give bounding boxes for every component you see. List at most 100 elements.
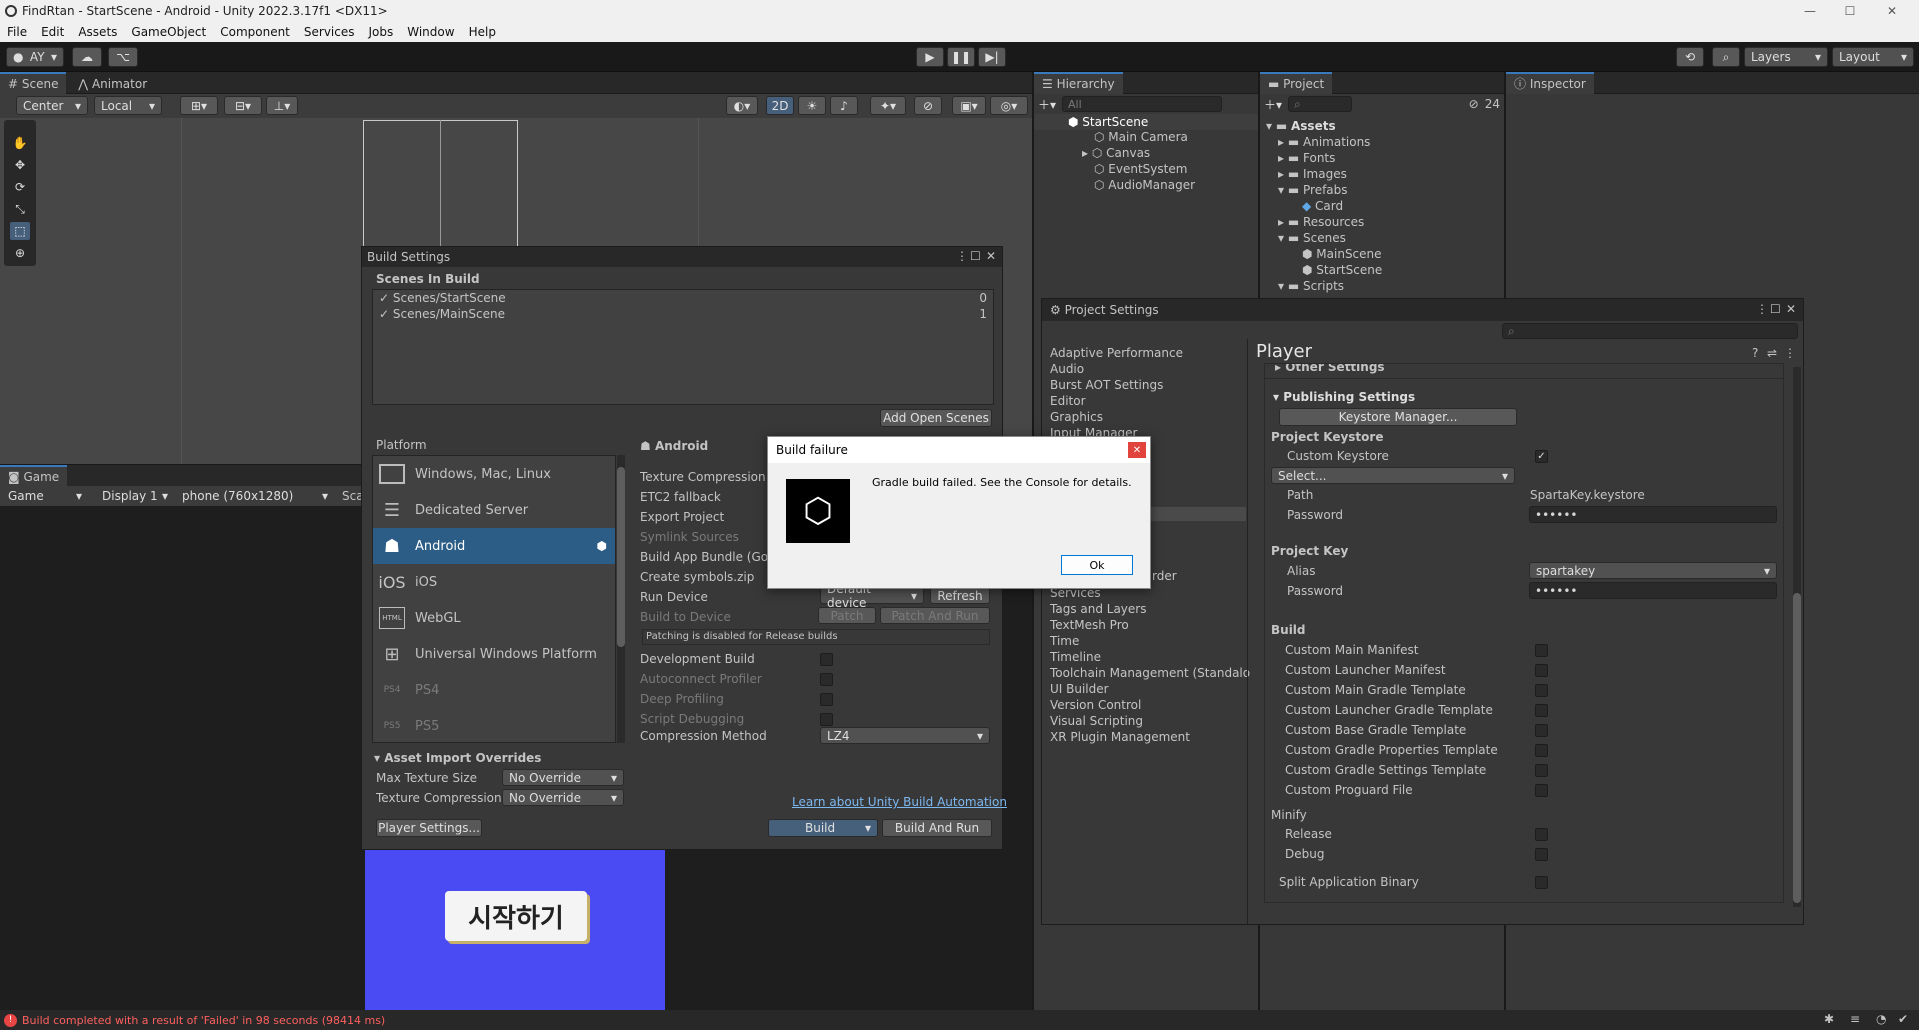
list-item[interactable]: ▸ ▬ Animations bbox=[1260, 134, 1504, 150]
development-build-checkbox[interactable] bbox=[820, 652, 833, 666]
tab-inspector[interactable]: ⓘ Inspector bbox=[1506, 71, 1594, 94]
account-dropdown[interactable]: ● AY ▾ bbox=[6, 47, 64, 67]
more-icon[interactable]: ⋮ bbox=[1784, 346, 1796, 360]
list-item[interactable]: ⊞ Universal Windows Platform bbox=[373, 636, 615, 672]
list-item[interactable]: Visual Scripting bbox=[1050, 713, 1250, 729]
list-item[interactable]: HTML WebGL bbox=[373, 600, 615, 636]
scale-tool-icon[interactable]: ⤡ bbox=[10, 200, 30, 218]
search-button[interactable]: ⌕ bbox=[1712, 47, 1740, 67]
menu-assets[interactable]: Assets bbox=[71, 25, 124, 39]
list-item[interactable]: Adaptive Performance bbox=[1050, 345, 1250, 361]
menu-jobs[interactable]: Jobs bbox=[362, 25, 401, 39]
keystore-manager-button[interactable]: Keystore Manager... bbox=[1279, 408, 1517, 426]
menu-edit[interactable]: Edit bbox=[34, 25, 71, 39]
hand-tool-icon[interactable]: ✋ bbox=[10, 134, 30, 152]
tab-animator[interactable]: ⋀ Animator bbox=[70, 73, 155, 95]
tab-project[interactable]: ▬ Project bbox=[1260, 71, 1333, 94]
audio-button[interactable]: ♪ bbox=[830, 96, 858, 115]
minimize-icon[interactable]: — bbox=[1790, 0, 1830, 22]
layers-dropdown[interactable]: Layers ▾ bbox=[1744, 47, 1828, 67]
close-icon[interactable]: ✕ bbox=[1128, 442, 1146, 458]
pivot-dropdown[interactable]: Center ▾ bbox=[16, 96, 88, 115]
split-binary-checkbox[interactable] bbox=[1535, 875, 1548, 889]
build-option-checkbox[interactable] bbox=[1535, 783, 1548, 797]
hierarchy-search[interactable]: All bbox=[1062, 96, 1223, 112]
rotate-tool-icon[interactable]: ⟳ bbox=[10, 178, 30, 196]
refresh-button[interactable]: Refresh bbox=[930, 587, 990, 604]
build-option-checkbox[interactable] bbox=[1535, 723, 1548, 737]
help-icon[interactable]: ? bbox=[1752, 346, 1758, 360]
shading-button[interactable]: ◐▾ bbox=[726, 96, 758, 115]
list-item[interactable]: ☗ Android ⬢ bbox=[373, 528, 615, 564]
texture-compression-override-dropdown[interactable]: No Override ▾ bbox=[502, 789, 624, 806]
maximize-icon[interactable]: ☐ bbox=[1830, 0, 1870, 22]
list-item[interactable]: Windows, Mac, Linux bbox=[373, 456, 615, 492]
ok-button[interactable]: Ok bbox=[1061, 555, 1133, 575]
keystore-select-dropdown[interactable]: Select... ▾ bbox=[1271, 467, 1515, 484]
tab-game[interactable]: ◙ Game bbox=[0, 465, 68, 487]
table-row[interactable]: ✓ Scenes/StartScene 0 bbox=[373, 290, 993, 306]
move-tool-icon[interactable]: ✥ bbox=[10, 156, 30, 174]
status-message[interactable]: Build completed with a result of 'Failed… bbox=[22, 1014, 385, 1027]
list-item[interactable]: rder bbox=[1152, 569, 1177, 583]
list-item[interactable]: Version Control bbox=[1050, 697, 1250, 713]
run-device-dropdown[interactable]: Default device▾ bbox=[820, 582, 924, 610]
grid-button[interactable]: ⊟▾ bbox=[224, 96, 262, 115]
list-item[interactable]: ◆ Card bbox=[1260, 198, 1504, 214]
list-item[interactable]: ▾ ▬ Assets bbox=[1260, 118, 1504, 134]
lighting-button[interactable]: ☀ bbox=[798, 96, 826, 115]
collab-button[interactable]: ⌥ bbox=[108, 47, 138, 67]
build-option-checkbox[interactable] bbox=[1535, 683, 1548, 697]
cloud-button[interactable]: ☁ bbox=[72, 47, 102, 67]
max-texture-size-dropdown[interactable]: No Override ▾ bbox=[502, 769, 624, 786]
platform-scrollbar[interactable] bbox=[617, 455, 625, 743]
gizmos-button[interactable]: ◎▾ bbox=[990, 96, 1028, 115]
list-item[interactable]: Tags and Layers bbox=[1050, 601, 1250, 617]
hidden-packages-icon[interactable]: ⊘ bbox=[1469, 97, 1479, 111]
add-open-scenes-button[interactable]: Add Open Scenes bbox=[880, 409, 992, 427]
list-item[interactable]: Time bbox=[1050, 633, 1250, 649]
hierarchy-scene-row[interactable]: ⬢ StartScene bbox=[1034, 114, 1258, 130]
patch-and-run-button[interactable]: Patch And Run bbox=[880, 607, 990, 624]
chevron-down-icon[interactable]: ▾ bbox=[865, 821, 871, 835]
list-item[interactable]: ▾ ▬ Scenes bbox=[1260, 230, 1504, 246]
close-icon[interactable]: ✕ bbox=[986, 249, 996, 263]
list-item[interactable]: ☰ Dedicated Server bbox=[373, 492, 615, 528]
maximize-icon[interactable]: ☐ bbox=[1770, 302, 1781, 316]
key-password-field[interactable]: •••••• bbox=[1529, 582, 1777, 599]
patch-button[interactable]: Patch bbox=[818, 607, 876, 624]
list-item[interactable]: iOS iOS bbox=[373, 564, 615, 600]
more-icon[interactable]: ⋮ bbox=[1756, 302, 1768, 316]
grid-snap-button[interactable]: ⊞▾ bbox=[180, 96, 218, 115]
add-icon[interactable]: ＋▾ bbox=[1038, 96, 1056, 113]
more-icon[interactable]: ⋮ bbox=[956, 249, 968, 263]
project-search[interactable]: ⌕ bbox=[1288, 96, 1353, 112]
list-item[interactable]: ▸ ▬ Resources bbox=[1260, 214, 1504, 230]
maximize-icon[interactable]: ☐ bbox=[970, 249, 981, 263]
cache-icon[interactable]: ≡ bbox=[1850, 1012, 1860, 1026]
asset-import-overrides-header[interactable]: ▾ Asset Import Overrides bbox=[374, 751, 541, 765]
script-debugging-checkbox[interactable] bbox=[820, 712, 833, 726]
publishing-settings-foldout[interactable]: ▾ Publishing Settings bbox=[1273, 390, 1415, 404]
2d-toggle[interactable]: 2D bbox=[766, 96, 794, 115]
scene-checkbox-icon[interactable]: ✓ bbox=[379, 307, 393, 321]
list-item[interactable]: XR Plugin Management bbox=[1050, 729, 1250, 745]
bug-icon[interactable]: ✱ bbox=[1824, 1012, 1834, 1026]
build-option-checkbox[interactable] bbox=[1535, 743, 1548, 757]
compression-method-dropdown[interactable]: LZ4 ▾ bbox=[820, 727, 990, 744]
list-item[interactable]: Editor bbox=[1050, 393, 1250, 409]
increment-snap-button[interactable]: ⊥▾ bbox=[266, 96, 298, 115]
build-option-checkbox[interactable] bbox=[1535, 703, 1548, 717]
resolution-dropdown[interactable]: phone (760x1280) ▾ bbox=[176, 487, 334, 505]
history-button[interactable]: ⟲ bbox=[1676, 47, 1704, 67]
list-item[interactable]: ▸ ⬡ Canvas bbox=[1082, 146, 1150, 160]
step-button[interactable]: ▶| bbox=[978, 47, 1006, 67]
settings-search[interactable]: ⌕ bbox=[1502, 323, 1798, 339]
list-item[interactable]: PS5 PS5 bbox=[373, 708, 615, 742]
list-item[interactable]: Timeline bbox=[1050, 649, 1250, 665]
list-item[interactable]: ▸ ▬ Images bbox=[1260, 166, 1504, 182]
pause-button[interactable]: ❚❚ bbox=[947, 47, 975, 67]
list-item[interactable]: Graphics bbox=[1050, 409, 1250, 425]
menu-gameobject[interactable]: GameObject bbox=[124, 25, 213, 39]
add-icon[interactable]: ＋▾ bbox=[1264, 96, 1282, 113]
